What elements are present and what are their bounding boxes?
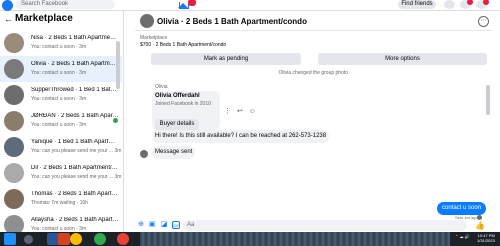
search-input[interactable]: Search Facebook [15, 0, 115, 9]
start-icon[interactable] [4, 233, 16, 245]
conversation-item[interactable]: Olivia · 2 Beds 1 Bath Apartment/... You:… [0, 56, 122, 82]
listing-info[interactable]: Marketplace $700 · 2 Beds 1 Bath Apartme… [140, 35, 226, 48]
conversation-item[interactable]: Nisa · 2 Beds 1 Bath Apartment/... You: c… [0, 30, 122, 56]
conversation-preview: Thomas: I'm waiting · 10h [31, 200, 89, 206]
taskbar-wallpaper-strip [140, 232, 450, 246]
messenger-badge [467, 0, 473, 5]
buyer-joined-date: Joined Facebook in 2010 [155, 101, 211, 107]
listing-thumbnail [4, 163, 24, 183]
sidebar-title: Marketplace [15, 13, 73, 24]
conversation-item[interactable]: Yanique · 1 Bed 1 Bath Apartment/... You:… [0, 134, 122, 160]
message-actions: ⋮ ↩ ☺ [224, 107, 260, 115]
listing-thumbnail [4, 189, 24, 209]
conversation-title[interactable]: Olivia · 2 Beds 1 Bath Apartment/condo [157, 17, 307, 26]
react-icon[interactable]: ☺ [249, 108, 256, 115]
conversation-title: Nisa · 2 Beds 1 Bath Apartment/... [31, 35, 119, 41]
conversation-title: Dil · 2 Beds 1 Bath Apartment/condo [31, 165, 119, 171]
conversation-title: Olivia · 2 Beds 1 Bath Apartment/... [31, 61, 119, 67]
conversation-item[interactable]: Dil · 2 Beds 1 Bath Apartment/condo You: … [0, 160, 122, 186]
listing-thumbnail [4, 85, 24, 105]
conversation-preview: You: contact u soon · 3m [31, 122, 87, 128]
conversation-title: Allaysha · 2 Beds 1 Bath Apartment/... [31, 217, 119, 223]
listing-label: Marketplace [140, 35, 168, 41]
gif-icon[interactable]: GIF [172, 221, 180, 229]
system-tray-icons[interactable]: ⌃ ☁ 🔊 [455, 234, 470, 239]
buyer-details-button[interactable]: Buyer details [155, 119, 199, 130]
conversation-preview: You: can you please send me your ... 3m [31, 148, 122, 154]
menu-grid-icon[interactable] [444, 0, 455, 9]
listing-thumbnail [4, 111, 24, 131]
reply-icon[interactable]: ↩ [237, 108, 243, 115]
chrome-icon[interactable] [70, 233, 82, 245]
conversation-title: JØRÐAN · 2 Beds 1 Bath Apartment/... [31, 113, 119, 119]
taskbar-clock[interactable]: 10:47 PM 1/31/2023 [477, 233, 495, 243]
sender-avatar [140, 150, 148, 158]
buyer-profile-card: Olivia Offerdahl Joined Facebook in 2010… [152, 91, 220, 130]
conversation-avatar[interactable] [140, 14, 154, 28]
listing-thumbnail [4, 137, 24, 157]
conversation-item[interactable]: JØRÐAN · 2 Beds 1 Bath Apartment/... You:… [0, 108, 122, 134]
chrome-icon[interactable] [94, 233, 106, 245]
image-icon[interactable]: ▣ [148, 221, 156, 229]
conversation-preview: You: contact u soon · 3m [31, 44, 87, 50]
conversation-preview: You: contact u soon · 3m [31, 70, 87, 76]
bell-badge [483, 0, 489, 5]
conversation-title: Thomas · 2 Beds 1 Bath Apartment/... [31, 191, 119, 197]
buyer-name[interactable]: Olivia Offerdahl [155, 93, 200, 99]
find-friends-button[interactable]: Find friends [398, 0, 436, 9]
more-icon[interactable]: ⋮ [224, 108, 231, 115]
conversation-item[interactable]: SupperThrowed · 1 Bed 1 Bath Apart... You… [0, 82, 122, 108]
conversation-list: Nisa · 2 Beds 1 Bath Apartment/... You: c… [0, 30, 122, 238]
listing-thumbnail [4, 59, 24, 79]
conversation-item[interactable]: Thomas · 2 Beds 1 Bath Apartment/... Thom… [0, 186, 122, 212]
more-options-icon[interactable]: ⋯ [478, 16, 489, 27]
clock-date: 1/31/2023 [477, 238, 495, 243]
powerpoint-icon[interactable] [58, 233, 70, 245]
mark-as-pending-button[interactable]: Mark as pending [151, 53, 301, 65]
chrome-icon[interactable] [117, 233, 129, 245]
top-navigation-bar: Search Facebook Find friends [0, 0, 500, 11]
chat-header: Olivia · 2 Beds 1 Bath Apartment/condo ⋯ [135, 11, 493, 31]
incoming-message: Hi there! Is this still available? I can… [152, 130, 330, 143]
listing-price: $700 · 2 Beds 1 Bath Apartment/condo [140, 42, 227, 48]
conversation-preview: You: contact u soon · 3m [31, 96, 87, 102]
back-arrow-icon[interactable]: ← [4, 14, 13, 24]
outgoing-message: contact u soon [437, 202, 487, 215]
system-message: Olivia changed the group photo. [278, 70, 350, 76]
sticker-icon[interactable]: ◪ [160, 221, 168, 229]
windows-taskbar: ⌃ ☁ 🔊 10:47 PM 1/31/2023 [0, 232, 500, 246]
unread-dot [113, 118, 118, 123]
notification-badge [188, 0, 196, 6]
conversation-title: SupperThrowed · 1 Bed 1 Bath Apart... [31, 87, 119, 93]
plus-icon[interactable]: ⊕ [137, 221, 145, 229]
facebook-logo[interactable] [2, 0, 13, 11]
conversation-preview: You: can you please send me your ... 3m [31, 174, 122, 180]
listing-thumbnail [4, 33, 24, 53]
more-options-button[interactable]: More options [318, 53, 487, 65]
like-icon[interactable]: 👍 [475, 221, 485, 230]
conversation-title: Yanique · 1 Bed 1 Bath Apartment/... [31, 139, 119, 145]
message-sender-name: Olivia [155, 84, 168, 90]
chat-scrollbar[interactable] [486, 85, 490, 115]
sidebar-scrollbar[interactable] [116, 41, 120, 89]
incoming-message: Message sent [152, 146, 196, 159]
message-input[interactable]: Aa [183, 220, 467, 231]
message-composer: ⊕ ▣ ◪ GIF Aa 👍 [135, 219, 493, 232]
chat-panel: Olivia · 2 Beds 1 Bath Apartment/condo ⋯… [135, 11, 493, 232]
taskbar-search-icon[interactable] [24, 235, 33, 244]
marketplace-sidebar: ← Marketplace Nisa · 2 Beds 1 Bath Apart… [0, 11, 124, 235]
